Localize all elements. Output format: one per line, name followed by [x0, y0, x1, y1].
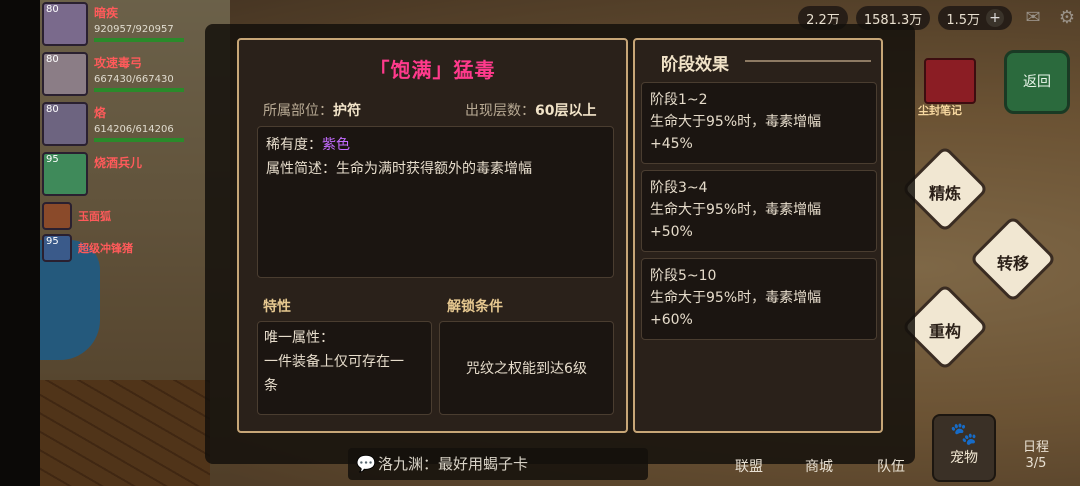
floor-value: 60层以上 — [535, 103, 597, 119]
party-member[interactable]: 95 烧酒兵儿 — [42, 152, 192, 196]
currency-energy-value: 1.5万 — [946, 12, 980, 28]
summary-value: 生命为满时获得额外的毒素增幅 — [336, 161, 532, 177]
stage-name: 阶段3~4 — [650, 180, 708, 196]
rarity-label: 稀有度： — [266, 137, 322, 153]
stage-desc: 生命大于95%时，毒素增幅 — [650, 114, 822, 130]
chat-message: 洛九渊：最好用蝎子卡 — [378, 455, 529, 473]
member-level: 80 — [46, 4, 59, 15]
stage-value: +45% — [650, 136, 693, 152]
stage-name: 阶段5~10 — [650, 268, 717, 284]
member-name: 暗疾 — [94, 6, 119, 20]
nav-shop[interactable]: 商城 — [790, 452, 848, 482]
trait-line: 一件装备上仅可存在一 — [264, 354, 404, 370]
member-level: 95 — [46, 236, 59, 247]
stage-card: 阶段5~10 生命大于95%时，毒素增幅 +60% — [641, 258, 877, 340]
pet-label: 宠物 — [950, 450, 978, 466]
item-title: 「饱满」猛毒 — [369, 58, 496, 82]
pet-button[interactable]: 🐾 宠物 — [932, 414, 996, 482]
unlock-title: 解锁条件 — [447, 299, 503, 315]
hp-bar — [94, 38, 184, 42]
summary-label: 属性简述： — [266, 161, 336, 177]
unlock-condition: 咒纹之权能到达6级 — [466, 361, 587, 377]
avatar: 95 — [42, 152, 88, 196]
back-button[interactable]: 返回 — [1004, 50, 1070, 114]
stage-desc: 生命大于95%时，毒素增幅 — [650, 202, 822, 218]
member-name: 烙 — [94, 106, 107, 120]
schedule-button[interactable]: 日程 3/5 — [1010, 440, 1062, 472]
stage-desc: 生命大于95%时，毒素增幅 — [650, 290, 822, 306]
rebuild-button[interactable]: 重构 — [905, 318, 985, 342]
party-member[interactable]: 95 超级冲锋猪 — [42, 234, 192, 262]
member-hp: 667430/667430 — [94, 74, 174, 85]
member-name: 攻速毒弓 — [94, 56, 143, 70]
add-currency-button[interactable]: + — [986, 9, 1004, 27]
nav-alliance[interactable]: 联盟 — [720, 452, 778, 482]
party-member[interactable]: 80 攻速毒弓 667430/667430 — [42, 52, 192, 96]
rarity-line: 稀有度：紫色 — [266, 133, 605, 157]
stage-card: 阶段3~4 生命大于95%时，毒素增幅 +50% — [641, 170, 877, 252]
member-hp: 920957/920957 — [94, 24, 174, 35]
slot-label: 所属部位： — [263, 103, 333, 119]
hp-bar — [94, 138, 184, 142]
trait-line: 唯一属性： — [264, 330, 334, 346]
chat-bubble-icon: 💬 — [356, 454, 376, 473]
description-box: 稀有度：紫色 属性简述：生命为满时获得额外的毒素增幅 — [257, 126, 614, 278]
notebook-label: 尘封笔记 — [918, 104, 962, 117]
member-name: 玉面狐 — [78, 210, 111, 223]
avatar — [42, 202, 72, 230]
avatar: 95 — [42, 234, 72, 262]
mail-icon[interactable]: ✉ — [1020, 7, 1046, 29]
stage-card: 阶段1~2 生命大于95%时，毒素增幅 +45% — [641, 82, 877, 164]
member-hp: 614206/614206 — [94, 124, 174, 135]
floor-label: 出现层数： — [465, 103, 535, 119]
refine-button[interactable]: 精炼 — [905, 180, 985, 204]
rarity-value: 紫色 — [322, 137, 350, 153]
member-level: 80 — [46, 104, 59, 115]
trait-title: 特性 — [263, 299, 291, 315]
schedule-label: 日程 — [1022, 440, 1049, 455]
party-member[interactable]: 80 暗疾 920957/920957 — [42, 2, 192, 46]
trait-line: 条 — [264, 378, 278, 394]
item-detail-panel: 「饱满」猛毒 所属部位：护符 出现层数：60层以上 稀有度：紫色 属性简述：生命… — [237, 38, 628, 433]
schedule-count: 3/5 — [1025, 456, 1047, 471]
unlock-box: 咒纹之权能到达6级 — [439, 321, 614, 415]
party-list: 80 暗疾 920957/920957 80 攻速毒弓 667430/66743… — [42, 2, 192, 266]
slot-row: 所属部位：护符 — [263, 100, 361, 120]
stage-value: +60% — [650, 312, 693, 328]
stage-header: 阶段效果 — [661, 55, 729, 75]
summary-line: 属性简述：生命为满时获得额外的毒素增幅 — [266, 157, 605, 181]
chat-bar[interactable]: 💬 洛九渊：最好用蝎子卡 — [348, 448, 648, 480]
avatar: 80 — [42, 102, 88, 146]
nav-team[interactable]: 队伍 — [862, 452, 920, 482]
member-level: 80 — [46, 54, 59, 65]
currency-energy: 1.5万 + — [938, 6, 1012, 30]
member-name: 超级冲锋猪 — [78, 242, 133, 255]
paw-icon: 🐾 — [950, 422, 978, 447]
avatar: 80 — [42, 52, 88, 96]
trait-box: 唯一属性： 一件装备上仅可存在一 条 — [257, 321, 432, 415]
stage-value: +50% — [650, 224, 693, 240]
party-member[interactable]: 玉面狐 — [42, 202, 192, 230]
slot-value: 护符 — [333, 103, 361, 119]
member-name: 烧酒兵儿 — [94, 156, 143, 170]
party-member[interactable]: 80 烙 614206/614206 — [42, 102, 192, 146]
header-divider — [745, 60, 871, 62]
gear-icon[interactable]: ⚙ — [1054, 7, 1080, 29]
stage-effects-panel: 阶段效果 阶段1~2 生命大于95%时，毒素增幅 +45% 阶段3~4 生命大于… — [633, 38, 883, 433]
transfer-button[interactable]: 转移 — [973, 250, 1053, 274]
member-level: 95 — [46, 154, 59, 165]
stage-name: 阶段1~2 — [650, 92, 708, 108]
screen-edge — [0, 0, 40, 486]
floor-row: 出现层数：60层以上 — [465, 100, 596, 120]
hp-bar — [94, 88, 184, 92]
avatar: 80 — [42, 2, 88, 46]
notebook-icon[interactable] — [924, 58, 976, 104]
